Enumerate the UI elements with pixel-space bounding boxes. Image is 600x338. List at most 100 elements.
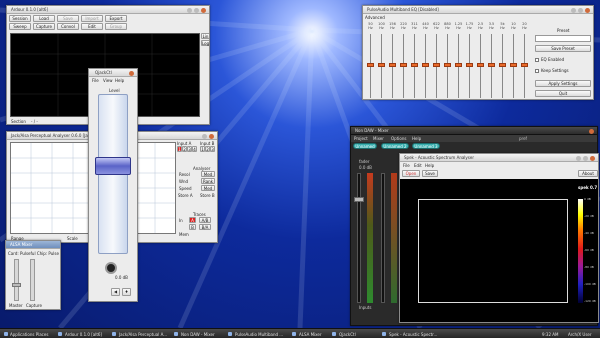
input-b-ch3[interactable]: 3 (210, 146, 215, 152)
save-button[interactable]: Save (422, 170, 438, 177)
eq-band-14[interactable]: 20Hz0.0 dB (520, 22, 529, 99)
volume-thumb[interactable] (95, 157, 131, 175)
input-a-ch4[interactable]: 4 (192, 146, 197, 152)
apply-settings-button[interactable]: Apply Settings (535, 80, 591, 87)
trace-ab-button[interactable]: A/B (199, 217, 211, 223)
resol-select[interactable]: Med (201, 171, 215, 177)
minimize-icon[interactable] (571, 7, 576, 13)
edit-button[interactable]: Edit (81, 23, 103, 30)
menu-help[interactable]: Help (412, 136, 421, 141)
trace-a-button[interactable]: A (189, 217, 196, 223)
speaker-icon[interactable]: ◀ (111, 288, 120, 296)
menu-help[interactable]: Help (425, 163, 434, 168)
fader-track[interactable] (357, 173, 361, 303)
band-knob[interactable] (477, 63, 484, 67)
eq-band-11[interactable]: 3.5Hz0.0 dB (487, 22, 496, 99)
band-knob[interactable] (444, 63, 451, 67)
menu-file[interactable]: File (403, 163, 410, 168)
applications-menu[interactable]: Applications Places (2, 331, 48, 338)
load-button[interactable]: Load (33, 15, 55, 22)
menu-options[interactable]: Options (391, 136, 406, 141)
master-slider-knob[interactable] (12, 283, 21, 287)
close-icon[interactable] (589, 128, 594, 134)
speed-select[interactable]: Med (201, 185, 215, 191)
close-icon[interactable] (585, 7, 590, 13)
menu-edit[interactable]: Edit (414, 163, 422, 168)
trace-ba-button[interactable]: B/A (199, 224, 211, 230)
fader-track-2[interactable] (381, 173, 385, 303)
band-knob[interactable] (433, 63, 440, 67)
save-preset-button[interactable]: Save Preset (535, 45, 591, 52)
band-knob[interactable] (411, 63, 418, 67)
task-button[interactable]: QjackCtl (330, 331, 356, 338)
eq-band-4[interactable]: 311Hz0.0 dB (410, 22, 419, 99)
log-button[interactable]: Log (201, 40, 209, 46)
eq-band-6[interactable]: 622Hz0.0 dB (432, 22, 441, 99)
qjack-titlebar[interactable]: QjackCtl (89, 69, 137, 77)
eq-band-8[interactable]: 1.25Hz0.0 dB (454, 22, 463, 99)
volume-knob[interactable] (105, 262, 117, 274)
band-knob[interactable] (510, 63, 517, 67)
keep-settings-checkbox[interactable] (535, 69, 539, 73)
maximize-icon[interactable] (583, 155, 588, 161)
maximize-icon[interactable] (578, 7, 583, 13)
ardour-titlebar[interactable]: Ardour 0.1.0 [alt6] (7, 6, 209, 14)
strip-name-2[interactable]: Unnamed 2 (381, 143, 409, 149)
task-button[interactable]: Spek - Acoustic Spectr... (380, 331, 437, 338)
band-knob[interactable] (466, 63, 473, 67)
band-knob[interactable] (367, 63, 374, 67)
strip-name-1[interactable]: Unnamed (353, 143, 377, 149)
eq-band-3[interactable]: 220Hz0.0 dB (399, 22, 408, 99)
open-button[interactable]: Open (402, 170, 420, 177)
capture-slider[interactable] (30, 259, 35, 301)
group-button[interactable]: Group (105, 23, 127, 30)
maximize-icon[interactable] (202, 133, 207, 139)
eq-band-12[interactable]: 5kHz0.0 dB (498, 22, 507, 99)
advanced-tab[interactable]: Advanced (365, 15, 385, 20)
close-icon[interactable] (209, 133, 214, 139)
master-slider[interactable] (14, 259, 19, 301)
eq-band-2[interactable]: 156Hz0.0 dB (388, 22, 397, 99)
preset-combo[interactable] (535, 35, 591, 42)
eq-band-10[interactable]: 2.5Hz0.0 dB (476, 22, 485, 99)
task-button[interactable]: ALSA Mixer (290, 331, 322, 338)
band-knob[interactable] (422, 63, 429, 67)
close-icon[interactable] (129, 70, 134, 76)
band-knob[interactable] (455, 63, 462, 67)
minimize-icon[interactable] (576, 155, 581, 161)
user-menu[interactable]: Arch/X User (564, 331, 592, 338)
menu-project[interactable]: Project (354, 136, 368, 141)
eq-band-5[interactable]: 440Hz0.0 dB (421, 22, 430, 99)
band-knob[interactable] (400, 63, 407, 67)
lin-button[interactable]: Lin (201, 33, 209, 39)
menu-mixer[interactable]: Mixer (373, 136, 384, 141)
trace-b-button[interactable]: B (189, 224, 196, 230)
task-button[interactable]: Ardour 0.1.0 [alt6] (56, 331, 102, 338)
capture-button[interactable]: Capture (33, 23, 55, 30)
eq-titlebar[interactable]: PulseAudio Multiband EQ [Disabled] (363, 6, 593, 14)
spek-titlebar[interactable]: Spek - Acoustic Spectrum Analyser (400, 154, 598, 162)
eq-band-7[interactable]: 880Hz0.0 dB (443, 22, 452, 99)
eq-band-0[interactable]: 50Hz0.0 dB (366, 22, 375, 99)
task-button[interactable]: PulseAudio Multiband ... (226, 331, 283, 338)
convol-button[interactable]: Convol (57, 23, 79, 30)
import-button[interactable]: Import (81, 15, 103, 22)
band-knob[interactable] (389, 63, 396, 67)
export-button[interactable]: Export (105, 15, 127, 22)
maximize-icon[interactable] (194, 7, 199, 13)
quit-button[interactable]: Quit (535, 90, 591, 97)
menu-file[interactable]: File (92, 78, 99, 83)
task-button[interactable]: Jack/Alsa Perceptual A... (110, 331, 167, 338)
sweep-button[interactable]: Sweep (9, 23, 31, 30)
menu-view[interactable]: View (103, 78, 113, 83)
close-icon[interactable] (590, 155, 595, 161)
task-button[interactable]: Non DAW - Mixer (172, 331, 215, 338)
nondaw-titlebar[interactable]: Non DAW - Mixer (351, 127, 597, 135)
band-knob[interactable] (521, 63, 528, 67)
window-select[interactable]: Rank (201, 178, 215, 184)
band-knob[interactable] (499, 63, 506, 67)
session-button[interactable]: Session (9, 15, 31, 22)
eq-enabled-checkbox[interactable] (535, 58, 539, 62)
band-knob[interactable] (378, 63, 385, 67)
minimize-icon[interactable] (187, 7, 192, 13)
